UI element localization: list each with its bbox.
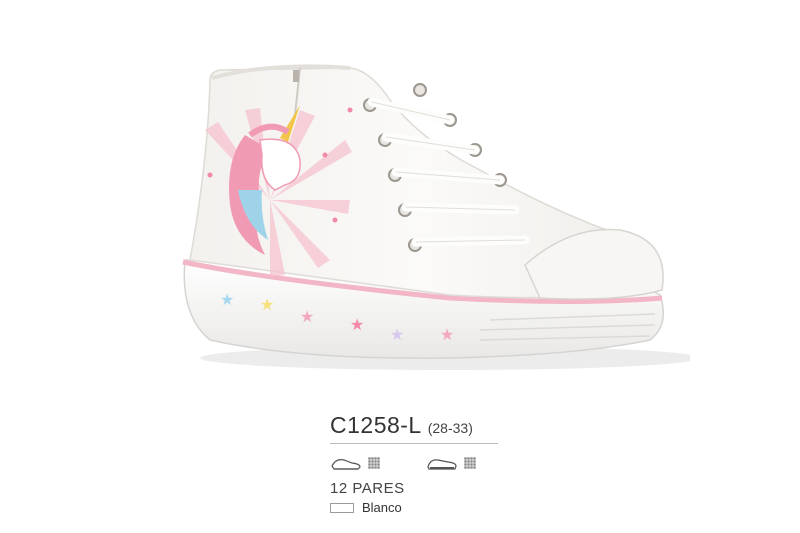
product-code: C1258-L xyxy=(330,412,422,438)
textile-texture-icon xyxy=(464,457,476,469)
textile-texture-icon xyxy=(368,457,380,469)
shoe-sole-top-icon xyxy=(426,454,458,472)
product-info: C1258-L (28-33) 12 PARES Blanco xyxy=(330,412,530,515)
svg-text:★: ★ xyxy=(350,315,364,334)
svg-text:★: ★ xyxy=(440,325,454,344)
shoe-sole-side-icon xyxy=(330,454,362,472)
product-image: ★ ★ ★ ★ ★ ★ xyxy=(182,64,690,370)
divider xyxy=(330,443,498,444)
size-range: (28-33) xyxy=(427,420,473,436)
code-row: C1258-L (28-33) xyxy=(330,412,530,439)
svg-text:★: ★ xyxy=(220,290,234,309)
color-row: Blanco xyxy=(330,500,530,515)
svg-text:★: ★ xyxy=(300,307,314,326)
features-row xyxy=(330,452,530,474)
svg-text:★: ★ xyxy=(260,295,274,314)
svg-text:★: ★ xyxy=(390,325,404,344)
pairs-count: 12 PARES xyxy=(330,480,405,497)
color-swatch xyxy=(330,502,354,513)
color-name: Blanco xyxy=(362,500,402,515)
